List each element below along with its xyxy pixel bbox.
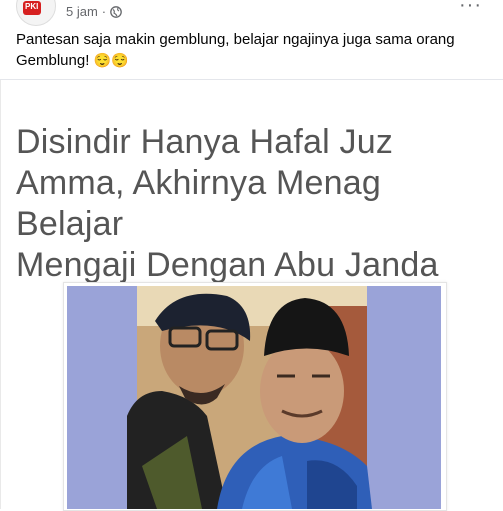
more-options-icon[interactable]: ··· [459,0,482,17]
relieved-face-emoji: 😌😌 [93,52,129,68]
globe-icon[interactable] [110,5,122,18]
shared-headline: Disindir Hanya Hafal Juz Amma, Akhirnya … [16,122,486,286]
shared-photo[interactable] [67,286,441,509]
avatar[interactable]: PKI [16,0,56,26]
post-time[interactable]: 5 jam [66,4,98,19]
post-meta: 5 jam · [66,4,122,19]
headline-line2: Amma, Akhirnya Menag Belajar [16,164,381,243]
post-text-line1: Pantesan saja makin gemblung, belajar ng… [16,31,455,48]
post-text-line2: Gemblung! [16,52,90,69]
photo-illustration [67,286,441,509]
avatar-badge: PKI [23,1,41,15]
post-header: PKI 5 jam · ··· [0,0,503,26]
meta-separator: · [101,4,107,19]
avatar-badge-text: PKI [25,2,39,11]
headline-line3: Mengaji Dengan Abu Janda [16,246,439,284]
post-text: Pantesan saja makin gemblung, belajar ng… [16,30,486,71]
headline-line1: Disindir Hanya Hafal Juz [16,123,394,161]
